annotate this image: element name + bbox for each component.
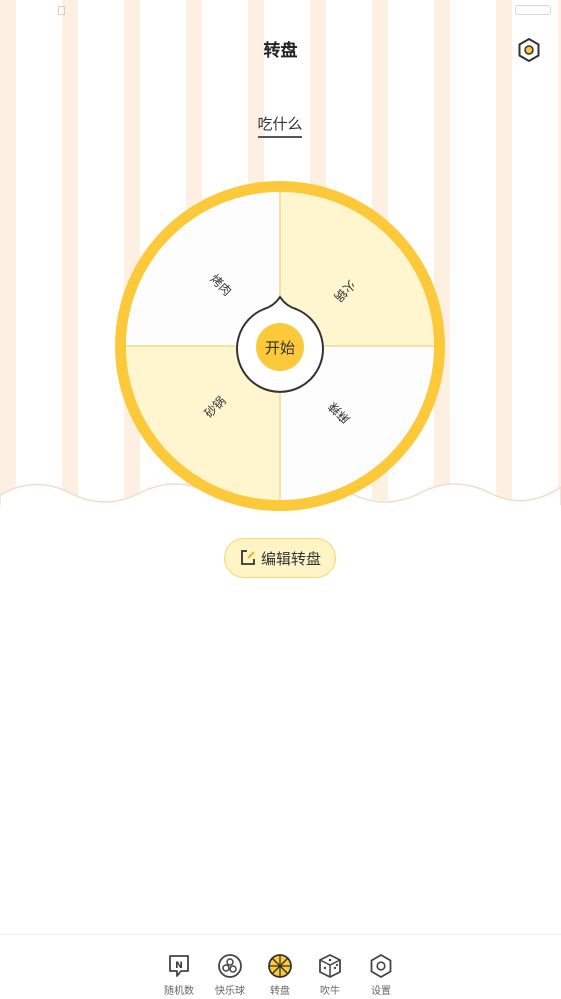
nav-label-wheel: 转盘: [270, 986, 290, 997]
wheel-name[interactable]: 吃什么: [230, 113, 330, 134]
notification-icon: [58, 6, 65, 15]
nav-item-bluff[interactable]: 吹牛: [305, 953, 355, 997]
dice-icon: [319, 954, 341, 978]
nav-item-random-number[interactable]: N 随机数: [154, 953, 204, 997]
edit-icon: [241, 550, 255, 565]
balls-icon: [218, 954, 242, 978]
edit-wheel-label: 编辑转盘: [260, 549, 321, 568]
page-title: 转盘: [263, 41, 298, 61]
nav-label-random-number: 随机数: [164, 986, 194, 997]
edit-wheel-button[interactable]: 编辑转盘: [224, 538, 336, 578]
nav-label-settings: 设置: [371, 986, 391, 997]
nav-label-bluff: 吹牛: [320, 986, 340, 997]
svg-text:N: N: [175, 961, 183, 971]
nav-item-settings[interactable]: 设置: [356, 953, 406, 997]
nav-label-happy-ball: 快乐球: [215, 986, 245, 997]
nav-item-happy-ball[interactable]: 快乐球: [205, 953, 255, 997]
battery-icon: [515, 5, 551, 15]
status-bar: [0, 0, 561, 18]
spin-wheel[interactable]: 烤肉 火锅 砂锅 麻辣 开始: [110, 176, 450, 516]
hexagon-settings-icon[interactable]: [516, 37, 542, 63]
start-button-label[interactable]: 开始: [265, 339, 295, 357]
nav-item-wheel[interactable]: 转盘: [255, 953, 305, 997]
n-badge-icon: N: [169, 955, 189, 977]
content-background: [0, 505, 561, 999]
wheel-name-underline: [258, 136, 302, 138]
hexagon-settings-icon: [370, 953, 392, 979]
wheel-icon: [268, 954, 292, 978]
bottom-navigation: N 随机数 快乐球 转盘 吹牛 设置: [0, 934, 561, 999]
